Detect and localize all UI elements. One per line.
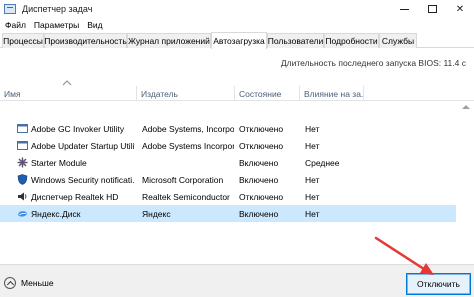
row-publisher: [142, 154, 234, 171]
row-state: Отключено: [239, 140, 284, 151]
footer-bar: Меньше Отключить: [0, 264, 474, 297]
startup-list: Adobe GC Invoker Utility Adobe Systems, …: [0, 120, 474, 222]
column-impact[interactable]: Влияние на за...: [300, 86, 364, 101]
table-row[interactable]: Adobe GC Invoker Utility Adobe Systems, …: [0, 120, 456, 137]
tab-startup[interactable]: Автозагрузка: [211, 32, 267, 49]
window-controls: ✕: [390, 0, 474, 18]
row-name: Adobe Updater Startup Utility: [31, 140, 135, 151]
row-impact: Нет: [305, 140, 320, 151]
row-name: Starter Module: [31, 157, 87, 168]
maximize-icon: [427, 5, 437, 13]
tab-app-history[interactable]: Журнал приложений: [127, 33, 211, 48]
row-state: Включено: [239, 174, 279, 185]
minimize-button[interactable]: [390, 0, 418, 18]
table-row-selected[interactable]: Яндекс.Диск Яндекс Включено Нет: [0, 205, 456, 222]
fewer-details-label: Меньше: [21, 278, 54, 288]
row-name: Adobe GC Invoker Utility: [31, 123, 125, 134]
tab-users[interactable]: Пользователи: [267, 33, 324, 48]
close-button[interactable]: ✕: [446, 0, 474, 18]
task-manager-icon: [4, 4, 16, 14]
minimize-icon: [399, 8, 409, 10]
row-state: Включено: [239, 157, 279, 168]
title-bar: Диспетчер задач ✕: [0, 0, 474, 18]
column-header: Имя Издатель Состояние Влияние на за...: [0, 86, 474, 101]
row-state: Отключено: [239, 191, 284, 202]
tab-performance[interactable]: Производительность: [44, 33, 127, 48]
app-window-icon: [17, 141, 28, 150]
row-state: Включено: [239, 208, 279, 219]
row-publisher: Adobe Systems Incorpor...: [142, 140, 234, 151]
row-publisher: Adobe Systems, Incorpo...: [142, 123, 234, 134]
row-state: Отключено: [239, 123, 284, 134]
row-impact: Нет: [305, 174, 320, 185]
tab-processes[interactable]: Процессы: [2, 33, 44, 48]
row-impact: Нет: [305, 208, 320, 219]
chevron-up-icon: [4, 277, 16, 289]
row-publisher: Realtek Semiconductor: [142, 191, 230, 202]
starter-icon: [17, 157, 28, 168]
fewer-details-button[interactable]: Меньше: [4, 275, 54, 291]
table-row[interactable]: Starter Module Включено Среднее: [0, 154, 456, 171]
tab-details[interactable]: Подробности: [324, 33, 379, 48]
row-impact: Нет: [305, 191, 320, 202]
app-window-icon: [17, 124, 28, 133]
menu-file[interactable]: Файл: [5, 20, 26, 30]
column-publisher[interactable]: Издатель: [137, 86, 235, 101]
row-name: Windows Security notificati...: [31, 174, 135, 185]
yandex-disk-icon: [18, 211, 27, 217]
window-title: Диспетчер задач: [22, 4, 93, 14]
row-name: Диспетчер Realtek HD: [31, 191, 119, 202]
row-impact: Нет: [305, 123, 320, 134]
row-impact: Среднее: [305, 157, 340, 168]
tab-services[interactable]: Службы: [379, 33, 417, 48]
row-name: Яндекс.Диск: [31, 208, 81, 219]
close-icon: ✕: [455, 3, 465, 15]
disable-button[interactable]: Отключить: [406, 273, 471, 295]
row-publisher: Яндекс: [142, 208, 171, 219]
menu-options[interactable]: Параметры: [34, 20, 79, 30]
scroll-up-icon[interactable]: [462, 105, 470, 109]
speaker-icon: [18, 192, 27, 201]
row-publisher: Microsoft Corporation: [142, 174, 224, 185]
menu-view[interactable]: Вид: [87, 20, 102, 30]
table-row[interactable]: Windows Security notificati... Microsoft…: [0, 171, 456, 188]
vertical-scrollbar[interactable]: [458, 101, 474, 263]
menu-bar: Файл Параметры Вид: [0, 18, 474, 32]
column-name[interactable]: Имя: [0, 86, 137, 101]
table-row[interactable]: Диспетчер Realtek HD Realtek Semiconduct…: [0, 188, 456, 205]
column-state[interactable]: Состояние: [235, 86, 300, 101]
tab-strip: Процессы Производительность Журнал прило…: [0, 32, 474, 49]
shield-icon: [17, 174, 28, 185]
maximize-button[interactable]: [418, 0, 446, 18]
table-row[interactable]: Adobe Updater Startup Utility Adobe Syst…: [0, 137, 456, 154]
bios-time: Длительность последнего запуска BIOS: 11…: [280, 58, 466, 68]
